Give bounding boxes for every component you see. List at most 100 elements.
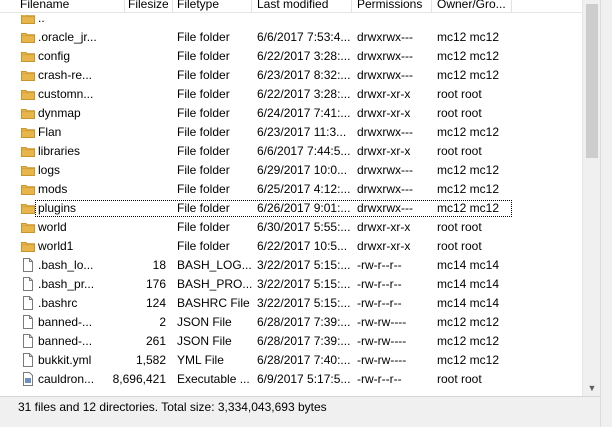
folder-icon	[20, 218, 36, 237]
folder-row[interactable]: world1 File folder 6/22/2017 10:5... drwxr-…	[0, 237, 582, 256]
owner-group: mc12 mc12	[437, 68, 500, 82]
column-divider[interactable]	[172, 0, 173, 12]
file-type: File folder	[177, 68, 230, 82]
permissions: drwxrwx---	[357, 201, 413, 215]
permissions: -rw-r--r--	[357, 372, 402, 386]
file-type	[177, 15, 253, 28]
status-summary: 31 files and 12 directories. Total size:…	[18, 400, 327, 414]
folder-row[interactable]: .oracle_jr... File folder 6/6/2017 7:53:4.…	[0, 28, 582, 47]
folder-row[interactable]: crash-re... File folder 6/23/2017 8:32:...…	[0, 66, 582, 85]
folder-icon	[20, 28, 36, 47]
last-modified	[257, 15, 351, 28]
file-type: BASHRC File	[177, 296, 250, 310]
file-icon	[20, 313, 36, 332]
file-size	[96, 142, 166, 161]
last-modified: 6/9/2017 5:17:5...	[257, 372, 351, 386]
permissions: -rw-rw----	[357, 353, 407, 367]
file-type: File folder	[177, 201, 230, 215]
file-type: File folder	[177, 182, 230, 196]
owner-group: mc14 mc14	[437, 296, 500, 310]
last-modified: 6/22/2017 3:28:...	[257, 87, 351, 101]
folder-row[interactable]: Flan File folder 6/23/2017 11:3... drwxrwx-…	[0, 123, 582, 142]
pane-divider[interactable]	[600, 0, 612, 427]
column-filename[interactable]: Filename	[20, 0, 92, 12]
file-type: File folder	[177, 87, 230, 101]
folder-icon	[20, 237, 36, 256]
status-bar: 31 files and 12 directories. Total size:…	[0, 396, 600, 416]
file-icon	[20, 332, 36, 351]
file-row[interactable]: .bash_pr... 176 BASH_PRO... 3/22/2017 5:15:…	[0, 275, 582, 294]
folder-row[interactable]: config File folder 6/22/2017 3:28:... drwxr…	[0, 47, 582, 66]
permissions: drwxrwx---	[357, 68, 413, 82]
column-filesize[interactable]: Filesize	[128, 0, 168, 12]
last-modified: 6/23/2017 11:3...	[257, 125, 347, 139]
last-modified: 3/22/2017 5:15:...	[257, 277, 351, 291]
folder-row[interactable]: logs File folder 6/29/2017 10:0... drwxrwx-…	[0, 161, 582, 180]
column-divider[interactable]	[124, 0, 125, 12]
scrollbar-thumb[interactable]	[586, 4, 598, 158]
column-divider[interactable]	[431, 0, 432, 12]
permissions: -rw-rw----	[357, 315, 407, 329]
file-row[interactable]: .bash_lo... 18 BASH_LOG... 3/22/2017 5:15:.…	[0, 256, 582, 275]
folder-row[interactable]: world File folder 6/30/2017 5:55:... drwxr-…	[0, 218, 582, 237]
file-size	[96, 66, 166, 85]
file-row[interactable]: banned-... 2 JSON File 6/28/2017 7:39:... -r…	[0, 313, 582, 332]
file-size: 176	[145, 277, 166, 291]
owner-group: mc12 mc12	[437, 163, 500, 177]
file-size	[96, 237, 166, 256]
folder-icon	[20, 66, 36, 85]
permissions: -rw-r--r--	[357, 296, 402, 310]
column-divider[interactable]	[251, 0, 252, 12]
file-type: Executable ...	[177, 372, 250, 386]
last-modified: 6/26/2017 9:01:...	[257, 201, 351, 215]
file-size	[96, 15, 166, 28]
permissions: drwxr-xr-x	[357, 106, 411, 120]
file-row[interactable]: banned-... 261 JSON File 6/28/2017 7:39:...…	[0, 332, 582, 351]
permissions: drwxrwx---	[357, 163, 413, 177]
folder-icon	[20, 85, 36, 104]
permissions: drwxr-xr-x	[357, 220, 411, 234]
last-modified: 3/22/2017 5:15:...	[257, 258, 351, 272]
file-type: YML File	[177, 353, 224, 367]
last-modified: 6/22/2017 3:28:...	[257, 49, 351, 63]
file-size	[96, 28, 166, 47]
owner-group: mc12 mc12	[437, 334, 500, 348]
file-type: BASH_PRO...	[177, 277, 253, 291]
permissions: drwxrwx---	[357, 49, 413, 63]
column-permissions[interactable]: Permissions	[357, 0, 429, 12]
file-row[interactable]: cauldron... 8,696,421 Executable ... 6/9/20…	[0, 370, 582, 389]
permissions: drwxrwx---	[357, 125, 413, 139]
column-filetype[interactable]: Filetype	[177, 0, 247, 12]
scroll-down-arrow-icon[interactable]: ▼	[587, 384, 597, 393]
column-last-modified[interactable]: Last modified	[257, 0, 347, 12]
folder-row[interactable]: dynmap File folder 6/24/2017 7:41:... drwxr…	[0, 104, 582, 123]
folder-row[interactable]: libraries File folder 6/6/2017 7:44:5... dr…	[0, 142, 582, 161]
folder-row[interactable]: plugins File folder 6/26/2017 9:01:... drwx…	[0, 199, 582, 218]
last-modified: 6/22/2017 10:5...	[257, 239, 348, 253]
file-size	[96, 85, 166, 104]
column-owner-group[interactable]: Owner/Gro...	[437, 0, 509, 12]
file-row[interactable]: .bashrc 124 BASHRC File 3/22/2017 5:15:... -…	[0, 294, 582, 313]
owner-group: root root	[437, 239, 482, 253]
file-type: File folder	[177, 30, 230, 44]
folder-row[interactable]: mods File folder 6/25/2017 4:12:... drwxrwx…	[0, 180, 582, 199]
owner-group: mc12 mc12	[437, 182, 500, 196]
file-row[interactable]: bukkit.yml 1,582 YML File 6/28/2017 7:40:..…	[0, 351, 582, 370]
file-size	[96, 104, 166, 123]
file-size: 8,696,421	[112, 372, 166, 386]
column-divider[interactable]	[511, 0, 512, 12]
file-size: 18	[152, 258, 166, 272]
file-size: 1,582	[135, 353, 166, 367]
folder-row[interactable]: ..	[0, 15, 582, 28]
file-list[interactable]: .. .oracle_jr... File folder 6/6/2017 7:53:…	[0, 15, 582, 396]
last-modified: 6/28/2017 7:39:...	[257, 315, 351, 329]
folder-row[interactable]: customn... File folder 6/22/2017 3:28:... d…	[0, 85, 582, 104]
vertical-scrollbar[interactable]: ▼	[582, 0, 601, 396]
column-divider[interactable]	[351, 0, 352, 12]
last-modified: 6/25/2017 4:12:...	[257, 182, 351, 196]
permissions: drwxr-xr-x	[357, 144, 411, 158]
file-size	[96, 47, 166, 66]
owner-group: mc12 mc12	[437, 49, 500, 63]
permissions: -rw-rw----	[357, 334, 407, 348]
owner-group: root root	[437, 87, 482, 101]
